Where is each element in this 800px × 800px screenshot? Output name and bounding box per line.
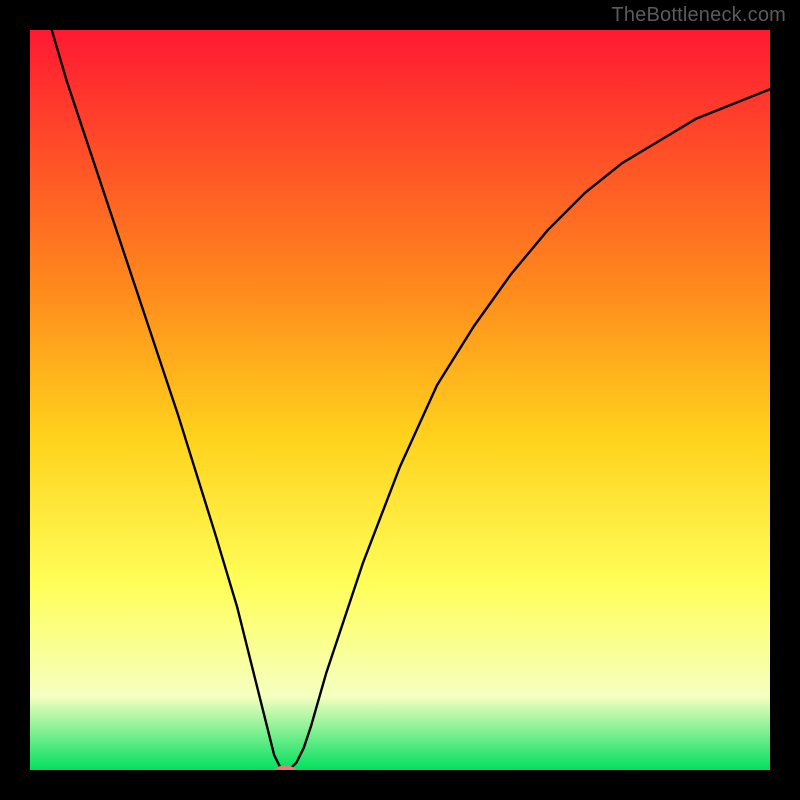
optimum-marker: [275, 766, 296, 775]
chart-frame: TheBottleneck.com: [0, 0, 800, 800]
bottleneck-chart: [0, 0, 800, 800]
watermark-text: TheBottleneck.com: [611, 4, 786, 27]
